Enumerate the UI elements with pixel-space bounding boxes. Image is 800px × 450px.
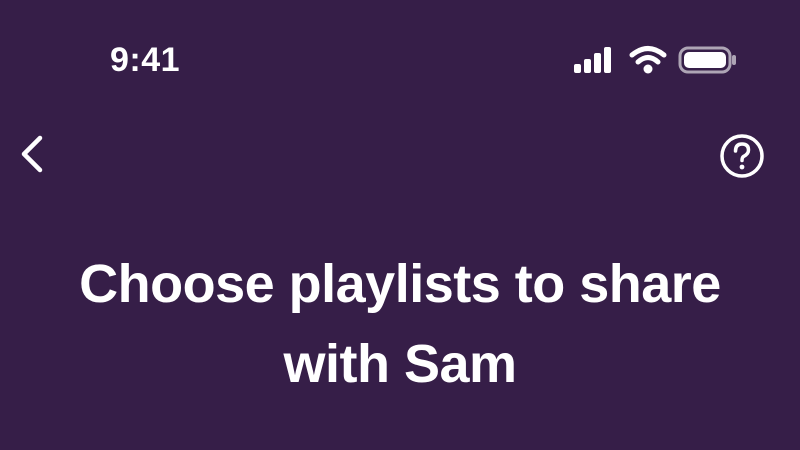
help-circle-icon [720, 134, 764, 178]
screen: 9:41 Choose playlists to share with Sam [0, 0, 800, 450]
status-bar: 9:41 [0, 0, 800, 120]
chevron-left-icon [21, 135, 43, 173]
status-icons [572, 44, 742, 78]
back-button[interactable] [10, 126, 54, 182]
wifi-icon [629, 46, 667, 74]
nav-bar [0, 120, 800, 190]
cellular-signal-icon [574, 47, 611, 73]
battery-icon [678, 46, 736, 74]
status-time: 9:41 [110, 41, 181, 79]
page-title: Choose playlists to share with Sam [79, 254, 721, 394]
help-button[interactable] [716, 130, 768, 182]
